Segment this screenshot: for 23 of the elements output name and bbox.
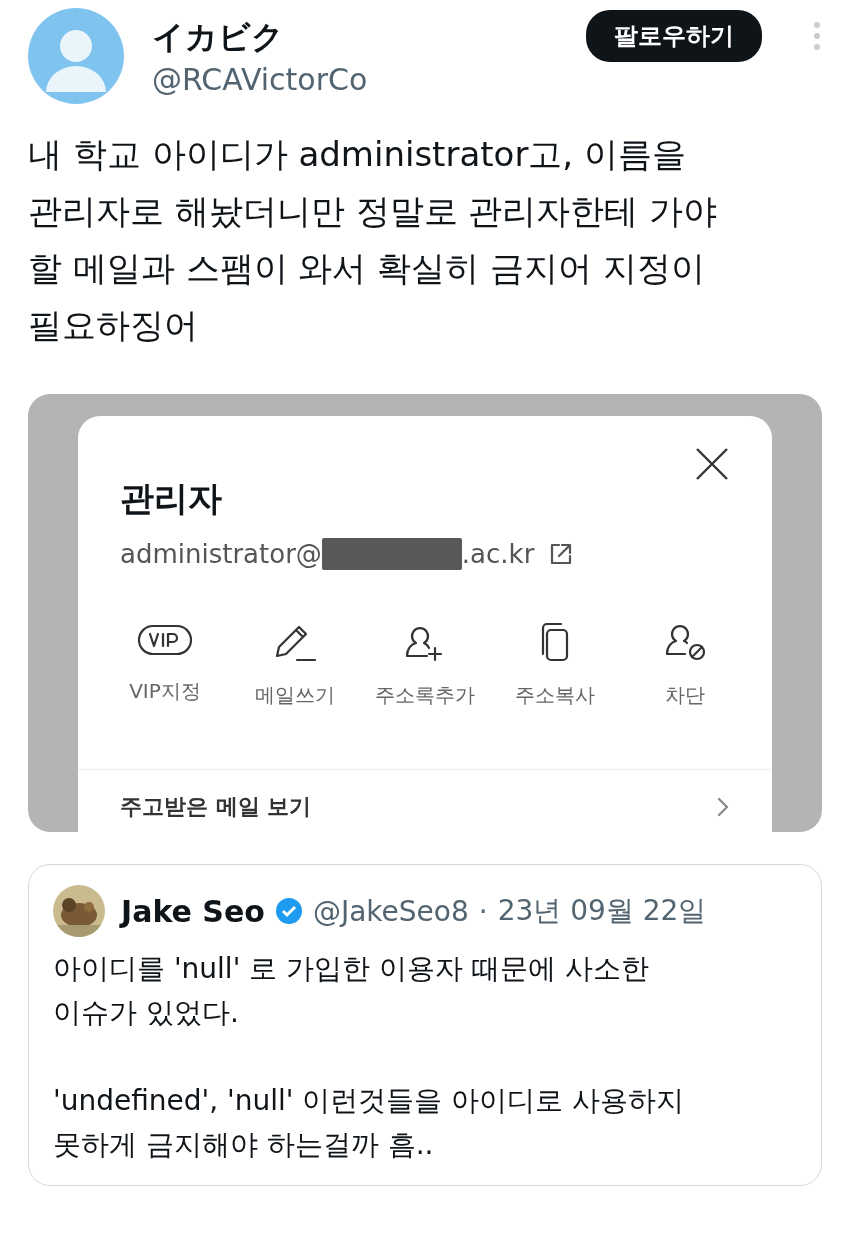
author-handle: @RCAVictorCo	[152, 61, 369, 97]
action-button[interactable]: VIP지정	[100, 620, 230, 709]
list-item-text[interactable]: 주고받은 메일 보기	[120, 792, 312, 822]
quote-date: 23년 09월 22일	[497, 893, 707, 929]
contact-name: 관리자	[120, 477, 222, 520]
close-icon[interactable]	[694, 446, 730, 482]
email-prefix: administrator@	[120, 539, 322, 569]
action-button[interactable]: 메일쓰기	[230, 620, 360, 709]
action-button[interactable]: 주소복사	[490, 620, 620, 709]
author-name: イカビク	[152, 16, 285, 58]
quote-author-name: Jake Seo	[121, 893, 265, 929]
quote-text: 'undefined', 'null' 이런것들을 아이디로 사용하지 못하게 금지해야 하는걸까 흠..	[53, 1083, 686, 1163]
chevron-icon[interactable]	[716, 796, 730, 818]
action-button[interactable]: 주소록추가	[360, 620, 490, 709]
tweet-text: 내 학교 아이디가 administrator고, 이름을 관리자로 해놨더니만 정말로 관리자한테 가야 할 메일과 스팸이 와서 확실히 금지어 지정이 필요하징어	[28, 133, 719, 347]
action-button[interactable]: 차단	[620, 620, 750, 709]
quote-handle: @JakeSeo8	[312, 894, 469, 928]
avatar[interactable]	[28, 8, 124, 104]
quoted-tweet[interactable]: Jake Seo @JakeSeo8 · 23년 09월 22일 아이디를 'null' 로 가입한 이용자 때문에 사소한 이슈가 있었다. 'undefined', 'null' 이런것들을 아이디로 사용하지 못하게 금지해야 하는걸까 흠..	[28, 864, 822, 1186]
quote-text: 아이디를 'null' 로 가입한 이용자 때문에 사소한 이슈가 있었다.	[53, 951, 650, 1031]
separator-dot: ·	[478, 894, 488, 928]
email-suffix: .ac.kr	[461, 539, 535, 569]
follow-button[interactable]: 팔로우하기	[586, 10, 762, 62]
